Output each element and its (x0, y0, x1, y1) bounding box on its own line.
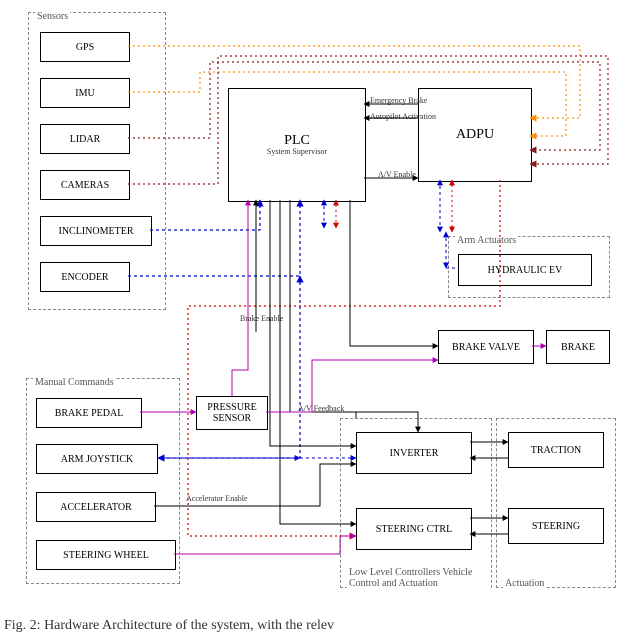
wiring-svg (0, 0, 636, 610)
figure-caption: Fig. 2: Hardware Architecture of the sys… (4, 618, 334, 634)
